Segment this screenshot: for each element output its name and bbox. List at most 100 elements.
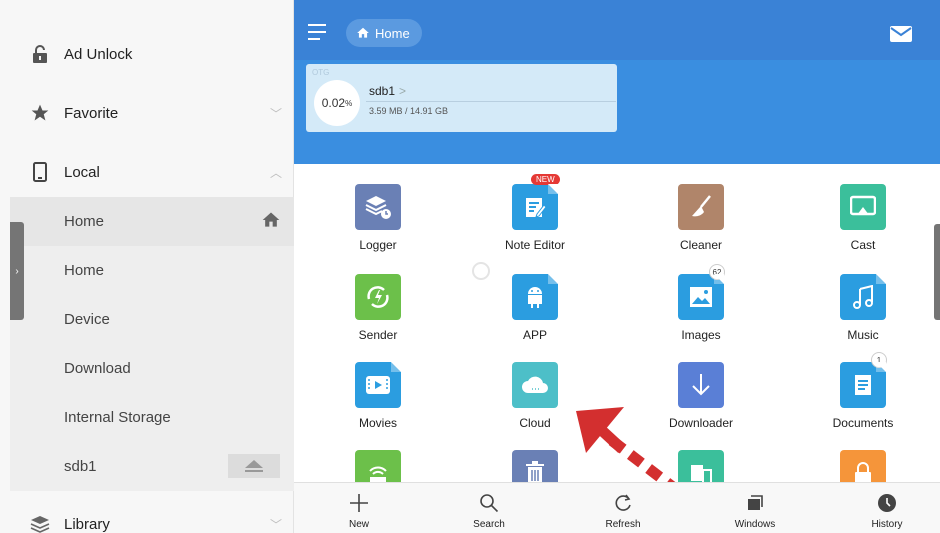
sidebar-item-favorite[interactable]: Favorite ﹀ [0, 89, 294, 137]
home-icon [357, 27, 369, 38]
movie-icon [355, 362, 401, 408]
tile-label: Cast [850, 238, 876, 252]
tile-cleaner[interactable]: Cleaner [623, 164, 773, 252]
breadcrumb-home[interactable]: Home [346, 19, 422, 47]
chevron-down-icon[interactable]: ﹀ [270, 516, 282, 533]
local-child-label: sdb1 [64, 458, 97, 475]
note-editor-icon: NEW [512, 174, 560, 230]
toolbar-label: New [348, 519, 369, 530]
tile-images[interactable]: 62 Images [623, 254, 773, 342]
logger-icon [355, 184, 401, 230]
storage-name-text: sdb1 [369, 84, 396, 98]
wifi-transfer-icon [355, 450, 401, 482]
windows-button[interactable]: Windows [710, 491, 800, 530]
bottom-toolbar: New Search Refresh Windows History [294, 482, 940, 533]
home-icon [261, 210, 281, 235]
local-child-home-active[interactable]: Home [10, 197, 294, 246]
tile-encrypt[interactable] [785, 430, 935, 482]
breadcrumb-label: Home [375, 25, 410, 41]
eject-icon[interactable] [228, 454, 280, 478]
percent-unit: % [345, 98, 353, 108]
new-badge: NEW [531, 174, 560, 185]
tile-label: Music [847, 328, 879, 342]
tile-label: Note Editor [504, 238, 566, 252]
drawer-handle[interactable]: › [10, 222, 24, 320]
count-badge: 62 [709, 264, 725, 280]
sidebar-item-label: Ad Unlock [64, 45, 133, 63]
history-button[interactable]: History [842, 491, 932, 530]
document-icon: 1 [840, 352, 887, 408]
local-child-internal-storage[interactable]: Internal Storage [10, 393, 294, 442]
toolbar-label: Windows [734, 519, 776, 530]
local-child-label: Download [64, 360, 131, 377]
unlock-icon [29, 43, 51, 65]
tile-label: Sender [358, 328, 398, 342]
toolbar-label: History [871, 519, 903, 530]
local-child-label: Home [64, 262, 105, 279]
cast-icon [840, 184, 886, 230]
history-icon [842, 491, 932, 515]
new-button[interactable]: New [314, 491, 404, 530]
tile-cast[interactable]: Cast [785, 164, 935, 252]
tile-wifi-transfer[interactable] [300, 430, 450, 482]
refresh-button[interactable]: Refresh [578, 491, 668, 530]
usage-percent: 0.02 [321, 96, 346, 110]
sidebar: Ad Unlock Favorite ﹀ Local ︿ Home Home D… [0, 0, 294, 533]
search-icon [444, 491, 534, 515]
tile-documents[interactable]: 1 Documents [785, 342, 935, 430]
chevron-down-icon[interactable]: ﹀ [270, 105, 282, 122]
local-child-home[interactable]: Home [10, 246, 294, 295]
storage-banner: OTG 0.02% sdb1 > 3.59 MB / 14.91 GB [294, 60, 940, 164]
chevron-right-icon: > [399, 84, 407, 98]
sidebar-item-label: Favorite [64, 104, 119, 122]
music-icon [840, 274, 886, 320]
divider [366, 101, 616, 102]
chevron-up-icon[interactable]: ︿ [270, 164, 282, 181]
side-panel-handle[interactable] [934, 224, 940, 320]
tile-app[interactable]: APP [457, 254, 607, 342]
broom-icon [678, 184, 724, 230]
refresh-icon [578, 491, 668, 515]
star-icon [29, 102, 51, 124]
count-badge: 1 [871, 352, 887, 368]
tile-label: APP [522, 328, 547, 342]
sidebar-item-ad-unlock[interactable]: Ad Unlock [0, 30, 294, 78]
tile-movies[interactable]: Movies [300, 342, 450, 430]
app-root: Ad Unlock Favorite ﹀ Local ︿ Home Home D… [0, 0, 940, 533]
storage-card-sdb1[interactable]: OTG 0.02% sdb1 > 3.59 MB / 14.91 GB [306, 64, 617, 132]
windows-icon [710, 491, 800, 515]
tile-note-editor[interactable]: NEW Note Editor [457, 164, 607, 252]
sender-icon [355, 274, 401, 320]
menu-icon[interactable] [308, 24, 328, 40]
local-child-label: Internal Storage [64, 409, 171, 426]
lock-icon [840, 450, 886, 482]
cloud-icon [512, 362, 558, 408]
toolbar-label: Search [473, 519, 505, 530]
top-app-bar: Home [294, 0, 940, 60]
android-icon [512, 274, 558, 320]
local-child-download[interactable]: Download [10, 344, 294, 393]
tile-label: Movies [358, 416, 397, 430]
mail-icon[interactable] [890, 26, 912, 47]
plus-icon [314, 491, 404, 515]
usage-percent-circle: 0.02% [314, 80, 360, 126]
image-icon: 62 [678, 264, 725, 320]
storage-name: sdb1 > [369, 84, 406, 98]
trash-icon [512, 450, 558, 482]
tile-sender[interactable]: Sender [300, 254, 450, 342]
phone-icon [29, 161, 51, 183]
local-child-device[interactable]: Device [10, 295, 294, 344]
sidebar-item-label: Library [64, 515, 110, 533]
search-button[interactable]: Search [444, 491, 534, 530]
local-child-sdb1[interactable]: sdb1 [10, 442, 294, 491]
tile-music[interactable]: Music [785, 254, 935, 342]
local-child-label: Device [64, 311, 110, 328]
tile-label: Images [681, 328, 721, 342]
tile-logger[interactable]: Logger [300, 164, 450, 252]
sidebar-item-local[interactable]: Local ︿ [0, 148, 294, 196]
sidebar-item-library[interactable]: Library ﹀ [0, 500, 294, 533]
sidebar-item-label: Local [64, 163, 100, 181]
toolbar-label: Refresh [605, 519, 641, 530]
otg-tag: OTG [312, 68, 330, 77]
local-child-label: Home [64, 213, 105, 230]
